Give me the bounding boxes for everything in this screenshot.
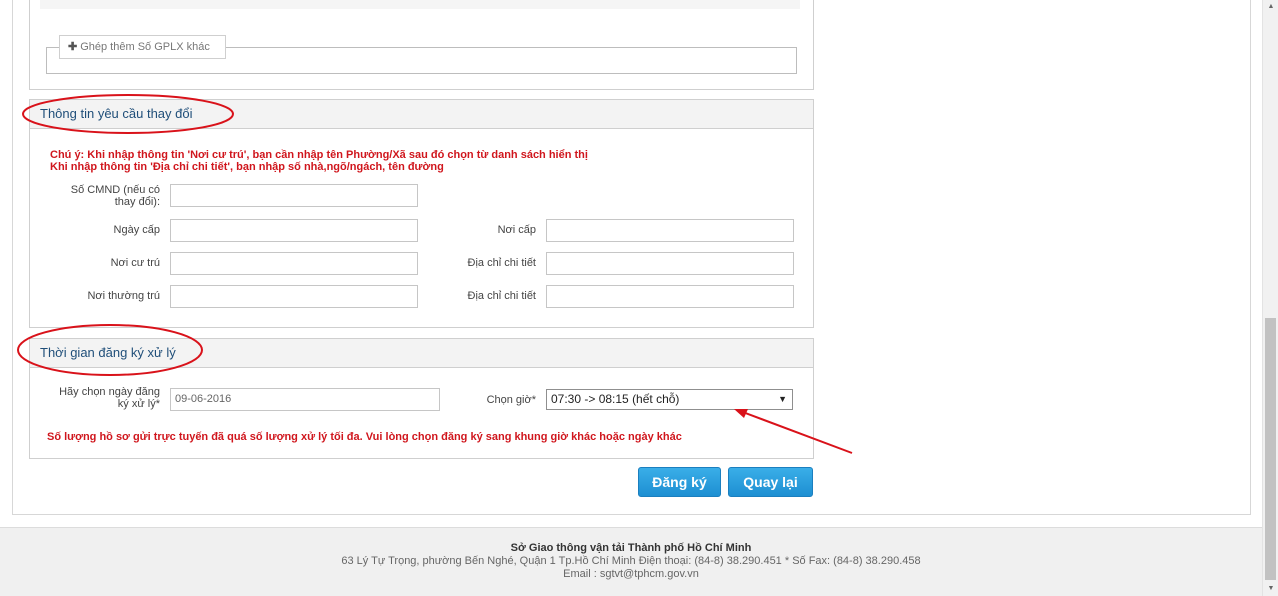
permanent-input[interactable] (170, 285, 418, 308)
date-label-line1: Hãy chọn ngày đăng (59, 386, 160, 398)
residence-label: Nơi cư trú (110, 257, 160, 269)
time-select[interactable]: 07:30 -> 08:15 (hết chỗ) ▼ (546, 389, 793, 410)
add-gplx-label: Ghép thêm Số GPLX khác (80, 41, 210, 53)
footer-address: 63 Lý Tự Trọng, phường Bến Nghé, Quận 1 … (341, 555, 921, 567)
cmnd-label-line2: thay đổi): (114, 196, 160, 208)
cmnd-label: Số CMND (nếu có thay đổi): (40, 184, 160, 208)
footer-org: Sở Giao thông vận tải Thành phố Hồ Chí M… (510, 542, 752, 554)
date-label: Hãy chọn ngày đăng ký xử lý* (40, 386, 160, 410)
license-strip (40, 0, 800, 9)
plus-icon: ✚ (68, 41, 78, 53)
schedule-title: Thời gian đăng ký xử lý (30, 339, 813, 368)
issue-place-input[interactable] (546, 219, 794, 242)
scroll-up-icon[interactable]: ▲ (1263, 0, 1278, 14)
footer: Sở Giao thông vận tải Thành phố Hồ Chí M… (0, 527, 1262, 596)
cmnd-label-line1: Số CMND (nếu có (70, 184, 160, 196)
back-button[interactable]: Quay lại (728, 467, 813, 497)
residence-detail-label: Địa chỉ chi tiết (467, 257, 536, 269)
register-button[interactable]: Đăng ký (638, 467, 721, 497)
cmnd-input[interactable] (170, 184, 418, 207)
capacity-warning: Số lượng hồ sơ gửi trực tuyến đã quá số … (47, 431, 682, 443)
permanent-detail-label: Địa chỉ chi tiết (467, 290, 536, 302)
add-gplx-button[interactable]: ✚ Ghép thêm Số GPLX khác (59, 35, 226, 59)
issue-place-label: Nơi cấp (497, 224, 536, 236)
time-label: Chọn giờ* (486, 394, 536, 406)
chevron-down-icon: ▼ (778, 394, 787, 404)
scroll-thumb[interactable] (1265, 318, 1276, 580)
permanent-label: Nơi thường trú (87, 290, 160, 302)
note-address: Khi nhập thông tin 'Địa chỉ chi tiết', b… (50, 161, 444, 173)
scrollbar[interactable]: ▲ ▼ (1262, 0, 1278, 596)
footer-email: Email : sgtvt@tphcm.gov.vn (563, 568, 699, 580)
time-select-value: 07:30 -> 08:15 (hết chỗ) (551, 392, 680, 406)
permanent-detail-input[interactable] (546, 285, 794, 308)
residence-detail-input[interactable] (546, 252, 794, 275)
issue-date-input[interactable] (170, 219, 418, 242)
date-input[interactable]: 09-06-2016 (170, 388, 440, 411)
change-info-title: Thông tin yêu cầu thay đổi (30, 100, 813, 129)
issue-date-label: Ngày cấp (113, 224, 160, 236)
residence-input[interactable] (170, 252, 418, 275)
scroll-down-icon[interactable]: ▼ (1263, 582, 1278, 596)
date-label-line2: ký xử lý* (117, 398, 160, 410)
note-residence: Chú ý: Khi nhập thông tin 'Nơi cư trú', … (50, 149, 588, 161)
